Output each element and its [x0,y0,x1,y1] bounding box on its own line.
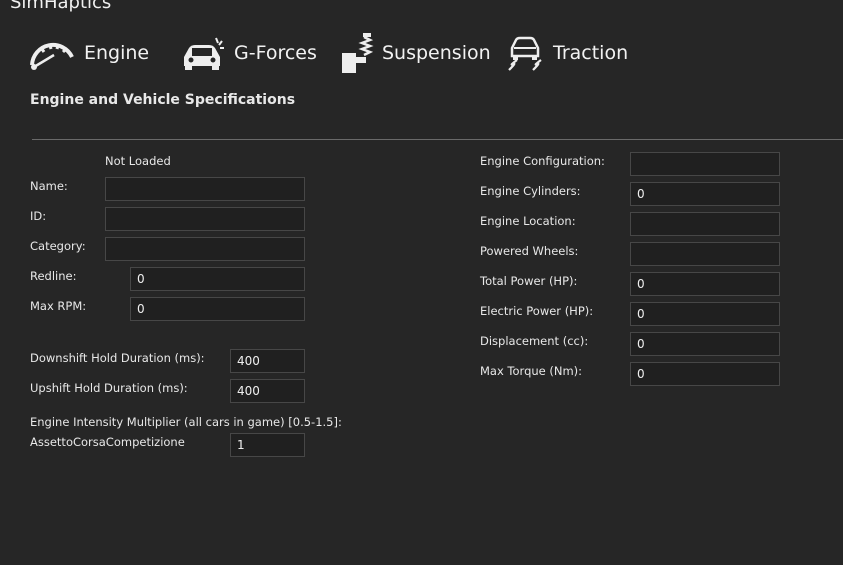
max-torque-label: Max Torque (Nm): [480,364,583,378]
engine-intensity-label: Engine Intensity Multiplier (all cars in… [30,415,342,429]
max-rpm-field[interactable]: 0 [130,297,305,321]
engine-configuration-field[interactable] [630,152,780,176]
redline-field[interactable]: 0 [130,267,305,291]
tab-suspension[interactable]: Suspension [338,33,491,73]
downshift-hold-label: Downshift Hold Duration (ms): [30,351,205,365]
engine-configuration-label: Engine Configuration: [480,154,605,168]
tab-engine[interactable]: Engine [28,33,149,73]
section-title: Engine and Vehicle Specifications [30,92,296,108]
id-label: ID: [30,209,47,223]
name-field[interactable] [105,177,305,201]
tab-traction[interactable]: Traction [505,33,628,73]
displacement-label: Displacement (cc): [480,334,589,348]
tab-g-forces-label: G-Forces [234,42,317,64]
upshift-hold-label: Upshift Hold Duration (ms): [30,381,188,395]
electric-power-field[interactable]: 0 [630,302,780,326]
powered-wheels-field[interactable] [630,242,780,266]
engine-intensity-field[interactable]: 1 [230,433,305,457]
powered-wheels-label: Powered Wheels: [480,244,579,258]
engine-cylinders-field[interactable]: 0 [630,182,780,206]
traction-skid-icon [505,34,545,72]
total-power-field[interactable]: 0 [630,272,780,296]
engine-location-field[interactable] [630,212,780,236]
electric-power-label: Electric Power (HP): [480,304,594,318]
displacement-field[interactable]: 0 [630,332,780,356]
upshift-hold-field[interactable]: 400 [230,379,305,403]
id-field[interactable] [105,207,305,231]
category-label: Category: [30,239,86,253]
max-torque-field[interactable]: 0 [630,362,780,386]
speedometer-icon [28,35,76,71]
tab-traction-label: Traction [553,42,629,64]
tab-engine-label: Engine [84,42,150,64]
downshift-hold-field[interactable]: 400 [230,349,305,373]
redline-label: Redline: [30,269,77,283]
car-status-text: Not Loaded [105,154,171,168]
max-rpm-label: Max RPM: [30,299,87,313]
tab-suspension-label: Suspension [382,42,491,64]
total-power-label: Total Power (HP): [480,274,578,288]
app-title: SimHaptics [10,0,112,13]
engine-location-label: Engine Location: [480,214,576,228]
suspension-icon [338,33,374,73]
tab-g-forces[interactable]: G-Forces [180,33,317,73]
name-label: Name: [30,179,68,193]
car-crash-icon [180,35,226,71]
engine-cylinders-label: Engine Cylinders: [480,184,581,198]
game-name-label: AssettoCorsaCompetizione [30,435,185,449]
category-field[interactable] [105,237,305,261]
section-divider [32,139,843,140]
